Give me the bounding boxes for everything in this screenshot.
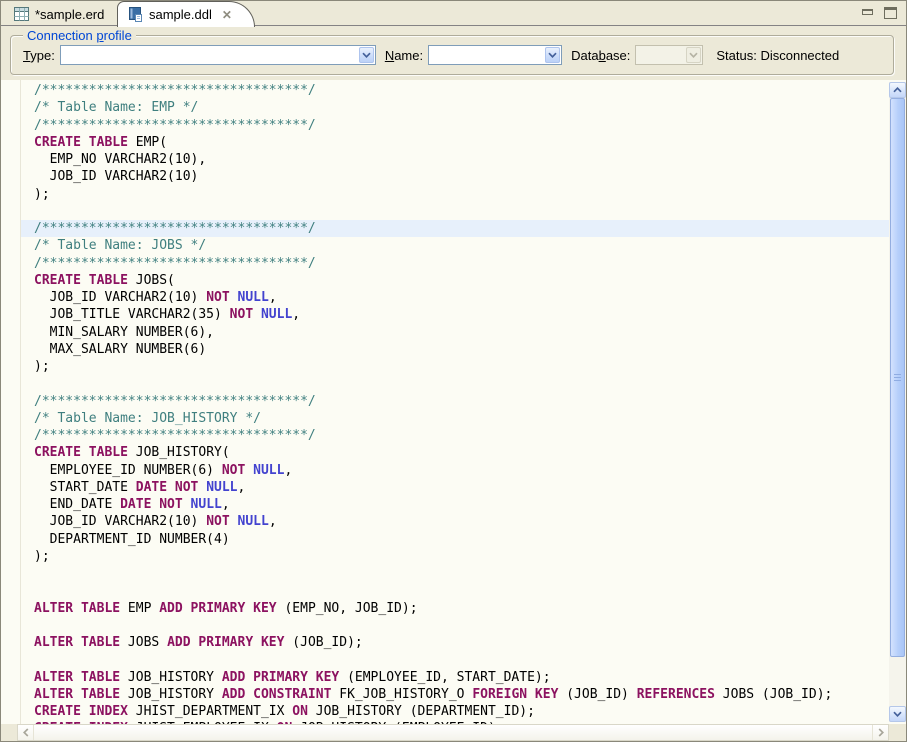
scroll-left-button[interactable] — [18, 725, 34, 740]
chevron-right-icon — [878, 728, 884, 737]
code-line[interactable]: /* Table Name: JOB_HISTORY */ — [21, 410, 889, 427]
code-line[interactable]: ); — [21, 548, 889, 565]
code-text-area[interactable]: /**********************************//* T… — [20, 80, 889, 724]
tab-sample-erd[interactable]: *sample.erd — [5, 3, 116, 25]
code-line[interactable]: JOB_ID VARCHAR2(10) NOT NULL, — [21, 289, 889, 306]
chevron-down-icon — [362, 52, 371, 58]
code-line[interactable]: /**********************************/ — [21, 82, 889, 99]
code-line[interactable] — [21, 375, 889, 392]
code-line[interactable]: END_DATE DATE NOT NULL, — [21, 496, 889, 513]
code-line[interactable]: /**********************************/ — [21, 117, 889, 134]
ddl-file-icon — [128, 7, 143, 22]
code-line[interactable] — [21, 565, 889, 582]
code-line[interactable] — [21, 203, 889, 220]
code-line[interactable]: MAX_SALARY NUMBER(6) — [21, 341, 889, 358]
code-line[interactable]: JOB_TITLE VARCHAR2(35) NOT NULL, — [21, 306, 889, 323]
code-line[interactable]: /* Table Name: EMP */ — [21, 99, 889, 116]
type-combobox-dropdown-button[interactable] — [359, 47, 374, 63]
code-line[interactable]: ALTER TABLE EMP ADD PRIMARY KEY (EMP_NO,… — [21, 600, 889, 617]
code-line[interactable]: JOB_ID VARCHAR2(10) — [21, 168, 889, 185]
tab-label-sample-erd: *sample.erd — [35, 7, 104, 22]
scroll-down-button[interactable] — [889, 706, 906, 722]
code-line[interactable]: START_DATE DATE NOT NULL, — [21, 479, 889, 496]
chevron-down-icon — [548, 52, 557, 58]
name-combobox[interactable] — [428, 45, 562, 65]
code-line[interactable]: /**********************************/ — [21, 427, 889, 444]
code-line[interactable]: EMPLOYEE_ID NUMBER(6) NOT NULL, — [21, 462, 889, 479]
minimize-icon — [862, 9, 873, 15]
code-line[interactable]: /**********************************/ — [21, 393, 889, 410]
maximize-view-button[interactable] — [884, 7, 897, 19]
minimize-view-button[interactable] — [862, 7, 873, 15]
code-line[interactable]: DEPARTMENT_ID NUMBER(4) — [21, 531, 889, 548]
connection-profile-group: Connection profile Type: Name: — [10, 35, 894, 75]
editor-view-window: *sample.erd sample.ddl ✕ — [0, 0, 907, 742]
chevron-down-icon — [689, 52, 698, 58]
chevron-left-icon — [23, 728, 29, 737]
type-label: Type: — [23, 48, 55, 63]
database-combobox — [635, 45, 703, 65]
horizontal-scrollbar[interactable] — [17, 724, 889, 741]
chevron-up-icon — [893, 87, 902, 93]
tab-close-icon[interactable]: ✕ — [222, 8, 232, 22]
code-line[interactable]: /**********************************/ — [21, 220, 889, 237]
database-label: Database: — [571, 48, 630, 63]
vertical-scrollbar[interactable] — [889, 82, 906, 722]
scroll-right-button[interactable] — [872, 725, 888, 740]
code-line[interactable]: /* Table Name: JOBS */ — [21, 237, 889, 254]
code-line[interactable]: ); — [21, 186, 889, 203]
vertical-scrollbar-thumb[interactable] — [890, 98, 905, 657]
name-combobox-dropdown-button[interactable] — [545, 47, 560, 63]
tab-label-sample-ddl: sample.ddl — [149, 7, 212, 22]
code-lines: /**********************************//* T… — [21, 82, 889, 724]
type-combobox[interactable] — [60, 45, 376, 65]
code-line[interactable]: ALTER TABLE JOB_HISTORY ADD PRIMARY KEY … — [21, 669, 889, 686]
sql-editor: /**********************************//* T… — [1, 80, 906, 741]
editor-content: Connection profile Type: Name: — [1, 27, 906, 741]
code-line[interactable] — [21, 651, 889, 668]
connection-status-text: Status: Disconnected — [716, 48, 839, 63]
code-line[interactable]: ); — [21, 358, 889, 375]
code-line[interactable]: /**********************************/ — [21, 255, 889, 272]
code-line[interactable] — [21, 617, 889, 634]
scroll-up-button[interactable] — [889, 82, 906, 98]
code-line[interactable]: ALTER TABLE JOBS ADD PRIMARY KEY (JOB_ID… — [21, 634, 889, 651]
chevron-down-icon — [893, 711, 902, 717]
name-label: Name: — [385, 48, 423, 63]
connection-profile-strip: Connection profile Type: Name: — [1, 27, 906, 80]
code-line[interactable]: CREATE TABLE JOB_HISTORY( — [21, 444, 889, 461]
maximize-icon — [884, 7, 897, 19]
code-line[interactable] — [21, 582, 889, 599]
code-line[interactable]: JOB_ID VARCHAR2(10) NOT NULL, — [21, 513, 889, 530]
code-line[interactable]: CREATE TABLE EMP( — [21, 134, 889, 151]
code-line[interactable]: CREATE TABLE JOBS( — [21, 272, 889, 289]
code-line[interactable]: EMP_NO VARCHAR2(10), — [21, 151, 889, 168]
editor-tab-bar: *sample.erd sample.ddl ✕ — [1, 1, 906, 26]
scrollbar-corner — [889, 724, 906, 741]
database-combobox-dropdown-button — [686, 47, 701, 63]
connection-profile-title: Connection profile — [23, 28, 136, 43]
code-line[interactable]: MIN_SALARY NUMBER(6), — [21, 324, 889, 341]
code-line[interactable]: ALTER TABLE JOB_HISTORY ADD CONSTRAINT F… — [21, 686, 889, 703]
table-icon — [14, 7, 29, 21]
horizontal-scrollbar-row — [1, 724, 889, 741]
code-line[interactable]: CREATE INDEX JHIST_DEPARTMENT_IX ON JOB_… — [21, 703, 889, 720]
tab-sample-ddl[interactable]: sample.ddl ✕ — [117, 1, 255, 27]
